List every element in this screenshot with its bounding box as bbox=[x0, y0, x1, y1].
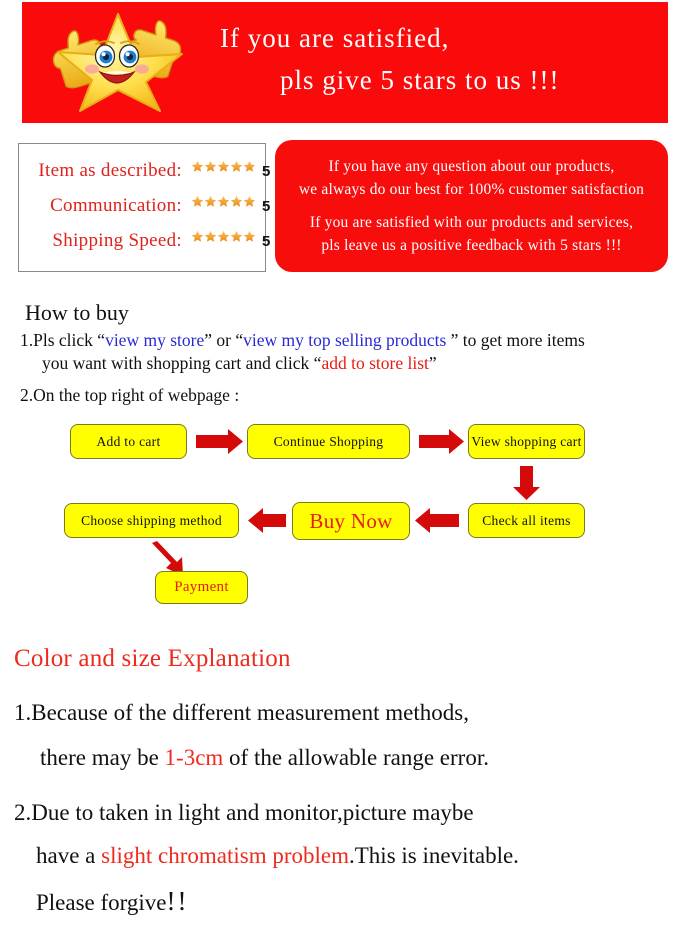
step1-suffix: ” to get more items bbox=[446, 330, 585, 350]
banner-text-group: If you are satisfied, pls give 5 stars t… bbox=[202, 10, 660, 115]
star-icon bbox=[191, 230, 204, 242]
chromatism-highlight: slight chromatism problem bbox=[101, 843, 349, 868]
rating-label-communication: Communication: bbox=[50, 195, 182, 216]
feedback-request-box: If you have any question about our produ… bbox=[275, 140, 668, 272]
star-icon bbox=[191, 195, 204, 207]
step1-line2-prefix: you want with shopping cart and click “ bbox=[42, 353, 322, 373]
please-forgive-text: Please forgive bbox=[36, 890, 167, 915]
rating-stars-communication bbox=[191, 195, 256, 208]
view-top-selling-products-link[interactable]: view my top selling products bbox=[243, 330, 446, 350]
rating-value-item-as-described: 5 bbox=[262, 162, 271, 180]
flow-box-payment[interactable]: Payment bbox=[155, 571, 248, 604]
arrow-left-1 bbox=[415, 508, 459, 533]
flow-box-continue-shopping[interactable]: Continue Shopping bbox=[247, 424, 410, 459]
step1-prefix: 1.Pls click “ bbox=[20, 330, 106, 350]
color-size-heading: Color and size Explanation bbox=[14, 645, 291, 672]
satisfaction-banner: If you are satisfied, pls give 5 stars t… bbox=[22, 2, 668, 123]
exclamation-marks: !! bbox=[166, 886, 189, 916]
view-my-store-link[interactable]: view my store bbox=[105, 330, 204, 350]
rating-stars-shipping-speed bbox=[191, 230, 256, 243]
star-icon bbox=[217, 160, 230, 172]
how-to-buy-step1-line1: 1.Pls click “view my store” or “view my … bbox=[20, 330, 585, 351]
color-size-item1-line1: 1.Because of the different measurement m… bbox=[14, 700, 469, 725]
rating-row: Communication: 5 bbox=[19, 191, 270, 221]
flow-box-check-all-items[interactable]: Check all items bbox=[468, 503, 585, 538]
star-icon bbox=[243, 195, 256, 207]
star-icon bbox=[204, 230, 217, 242]
step1-line2-suffix: ” bbox=[428, 353, 437, 373]
arrow-down-1 bbox=[513, 466, 540, 500]
flow-box-choose-shipping-method[interactable]: Choose shipping method bbox=[64, 503, 239, 538]
flow-box-add-to-cart[interactable]: Add to cart bbox=[70, 424, 187, 459]
rating-row: Shipping Speed: 5 bbox=[19, 226, 270, 256]
rating-stars-item-as-described bbox=[191, 160, 256, 173]
seller-ratings-box: Item as described: 5 Communication: 5 Sh… bbox=[18, 143, 270, 272]
star-icon bbox=[230, 230, 243, 242]
feedback-line: pls leave us a positive feedback with 5 … bbox=[321, 237, 622, 254]
star-icon bbox=[217, 195, 230, 207]
color-size-item2-line2: have a slight chromatism problem.This is… bbox=[36, 843, 519, 869]
star-icon bbox=[217, 230, 230, 242]
banner-line-2: pls give 5 stars to us !!! bbox=[280, 65, 560, 95]
item1-line2-pre: there may be bbox=[40, 745, 165, 770]
feedback-line: If you are satisfied with our products a… bbox=[309, 214, 634, 231]
rating-value-shipping-speed: 5 bbox=[262, 232, 271, 250]
how-to-buy-step1-line2: you want with shopping cart and click “a… bbox=[42, 353, 437, 374]
star-icon bbox=[204, 195, 217, 207]
flow-box-view-shopping-cart[interactable]: View shopping cart bbox=[468, 424, 585, 459]
star-icon bbox=[243, 160, 256, 172]
step1-middle: ” or “ bbox=[204, 330, 244, 350]
rating-label-shipping-speed: Shipping Speed: bbox=[52, 230, 182, 251]
arrow-right-2 bbox=[419, 429, 464, 454]
item1-line2-post: of the allowable range error. bbox=[223, 745, 489, 770]
item2-line2-pre: have a bbox=[36, 843, 102, 868]
item2-line2-post: .This is inevitable. bbox=[349, 843, 519, 868]
rating-value-communication: 5 bbox=[262, 197, 271, 215]
add-to-store-list-link[interactable]: add to store list bbox=[321, 353, 428, 373]
rating-row: Item as described: 5 bbox=[19, 156, 270, 186]
how-to-buy-step2: 2.On the top right of webpage : bbox=[20, 385, 240, 405]
banner-line-1: If you are satisfied, bbox=[220, 23, 450, 53]
star-icon bbox=[230, 195, 243, 207]
smiling-star-thumbs-up-icon bbox=[52, 13, 183, 112]
arrow-left-2 bbox=[248, 508, 286, 533]
color-size-item1-line2: there may be 1-3cm of the allowable rang… bbox=[40, 745, 489, 771]
feedback-line: If you have any question about our produ… bbox=[328, 158, 615, 175]
rating-label-item-as-described: Item as described: bbox=[38, 160, 182, 181]
color-size-item2-line1: 2.Due to taken in light and monitor,pict… bbox=[14, 800, 474, 825]
how-to-buy-heading: How to buy bbox=[25, 300, 129, 325]
star-icon bbox=[204, 160, 217, 172]
star-icon bbox=[191, 160, 204, 172]
star-icon bbox=[230, 160, 243, 172]
feedback-line: we always do our best for 100% customer … bbox=[298, 181, 645, 198]
arrow-right-1 bbox=[196, 429, 243, 454]
star-icon bbox=[243, 230, 256, 242]
color-size-item2-line3: Please forgive!! bbox=[36, 886, 189, 917]
flow-box-buy-now[interactable]: Buy Now bbox=[292, 502, 410, 540]
size-tolerance-highlight: 1-3cm bbox=[164, 745, 224, 770]
